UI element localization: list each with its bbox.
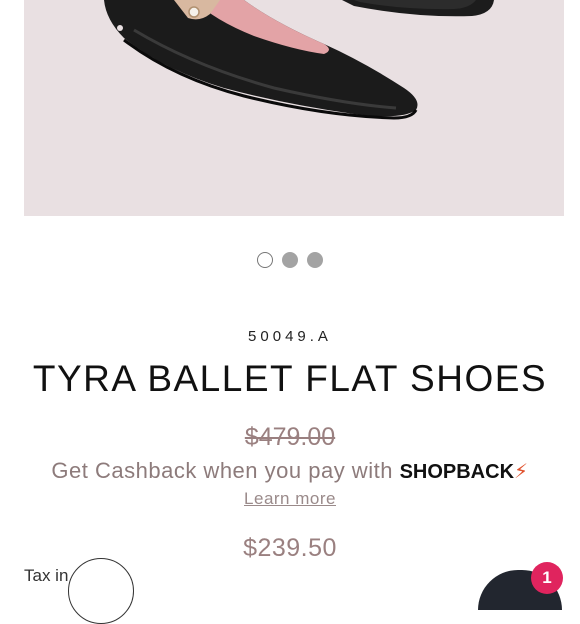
product-sku: 50049.A bbox=[248, 328, 332, 345]
lightning-icon: ⚡ bbox=[514, 461, 529, 483]
sale-price: $239.50 bbox=[243, 534, 337, 562]
shoe-illustration bbox=[104, 0, 494, 120]
strap-buckle bbox=[188, 6, 200, 18]
carousel-dot-3[interactable] bbox=[307, 252, 323, 268]
learn-more-link[interactable]: Learn more bbox=[244, 489, 336, 508]
original-price: $479.00 bbox=[244, 423, 336, 451]
carousel-dot-2[interactable] bbox=[282, 252, 298, 268]
product-title: TYRA BALLET FLAT SHOES bbox=[32, 358, 548, 399]
quantity-button[interactable] bbox=[68, 558, 134, 624]
carousel-dot-1[interactable] bbox=[257, 252, 273, 268]
shopback-logo: SHOPBACK bbox=[399, 461, 515, 483]
cashback-banner: Get Cashback when you pay with SHOPBACK⚡ bbox=[0, 458, 580, 484]
carousel-dots bbox=[0, 252, 580, 270]
tax-note: Tax in bbox=[24, 566, 69, 585]
notification-badge[interactable]: 1 bbox=[531, 562, 563, 594]
learn-more-container: Learn more bbox=[0, 489, 580, 509]
product-image[interactable] bbox=[24, 0, 564, 216]
cashback-text: Get Cashback when you pay with bbox=[51, 458, 393, 483]
